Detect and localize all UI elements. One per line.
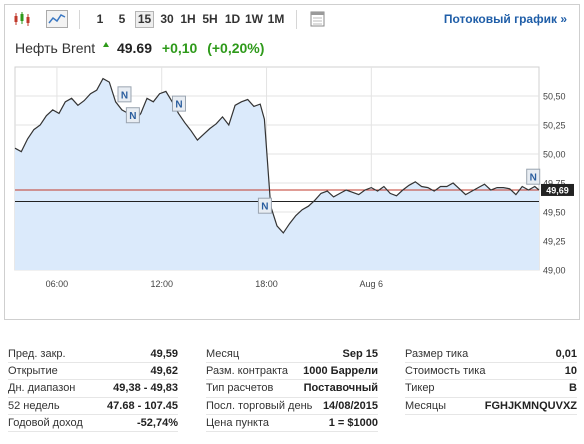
news-marker-label: N — [261, 202, 268, 213]
stat-value: -52,74% — [137, 416, 178, 429]
stat-label: Стоимость тика — [405, 365, 486, 378]
stat-label: Открытие — [8, 365, 58, 378]
stat-row: Открытие 49,62 — [8, 363, 178, 381]
news-marker-label: N — [121, 90, 128, 101]
x-tick-label: 18:00 — [255, 279, 278, 289]
stat-value: Sep 15 — [342, 348, 378, 360]
stats-column-1: Пред. закр. 49,59 Открытие 49,62 Дн. диапа… — [8, 346, 178, 432]
y-tick-label: 49,50 — [543, 208, 566, 218]
current-price-label: 49,69 — [546, 185, 569, 195]
stat-label: Размер тика — [405, 348, 469, 360]
x-tick-label: 06:00 — [46, 279, 69, 289]
stat-row: 52 недель 47.68 - 107.45 — [8, 398, 178, 415]
stat-row: Пред. закр. 49,59 — [8, 346, 178, 364]
stat-row: Размер тика 0,01 — [405, 346, 577, 364]
y-tick-label: 49,00 — [543, 266, 566, 276]
stat-label: Месяцы — [405, 399, 447, 412]
stat-label: Цена пункта — [206, 416, 270, 429]
stat-value: 0,01 — [555, 348, 577, 360]
news-marker-label: N — [530, 173, 537, 184]
x-tick-label: Aug 6 — [360, 279, 384, 289]
stat-row: Годовой доход -52,74% — [8, 415, 178, 432]
y-tick-label: 50,00 — [543, 150, 566, 160]
stat-row: Стоимость тика 10 — [405, 363, 577, 381]
stat-value: 14/08/2015 — [322, 399, 378, 412]
stats-column-3: Размер тика 0,01 Стоимость тика 10 Тикер B … — [405, 346, 577, 415]
stat-value: FGHJKMNQUVXZ — [484, 399, 577, 412]
stat-label: Пред. закр. — [8, 348, 66, 360]
stat-value: 49,59 — [150, 348, 178, 360]
stat-row: Месяц Sep 15 — [206, 346, 378, 364]
stat-value: 49,62 — [150, 365, 178, 378]
stat-label: Годовой доход — [8, 416, 83, 429]
stat-label: Посл. торговый день — [206, 399, 313, 412]
stat-value: 49,38 - 49,83 — [113, 382, 178, 395]
stat-row: Месяцы FGHJKMNQUVXZ — [405, 398, 577, 415]
stat-row: Тикер B — [405, 380, 577, 398]
stat-value: 1000 Баррели — [303, 365, 378, 378]
stat-value: Поставочный — [303, 382, 378, 395]
stat-value: 1 = $1000 — [328, 416, 378, 429]
stat-value: B — [569, 382, 577, 395]
stat-row: Посл. торговый день 14/08/2015 — [206, 398, 378, 415]
stat-label: Тикер — [405, 382, 435, 395]
stat-row: Дн. диапазон 49,38 - 49,83 — [8, 380, 178, 398]
x-tick-label: 12:00 — [150, 279, 173, 289]
stat-label: Месяц — [206, 348, 240, 360]
stat-label: Дн. диапазон — [8, 382, 76, 395]
stat-label: Тип расчетов — [206, 382, 274, 395]
price-chart[interactable]: Investing.comNNNNN49,0049,2549,5049,7550… — [5, 5, 579, 319]
chart-panel: 1 5 15 30 1H 5H 1D 1W 1M Потоковый графи… — [4, 4, 580, 320]
stat-row: Тип расчетов Поставочный — [206, 380, 378, 398]
news-marker-label: N — [175, 100, 182, 111]
stat-row: Разм. контракта 1000 Баррели — [206, 363, 378, 381]
y-tick-label: 50,50 — [543, 92, 566, 102]
stat-value: 10 — [564, 365, 577, 378]
stats-column-2: Месяц Sep 15 Разм. контракта 1000 Баррели … — [206, 346, 378, 432]
stat-row: Цена пункта 1 = $1000 — [206, 415, 378, 432]
y-tick-label: 50,25 — [543, 121, 566, 131]
news-marker-label: N — [129, 111, 136, 122]
stat-label: Разм. контракта — [206, 365, 289, 378]
stat-value: 47.68 - 107.45 — [107, 399, 178, 412]
y-tick-label: 49,25 — [543, 237, 566, 247]
stat-label: 52 недель — [8, 399, 60, 412]
